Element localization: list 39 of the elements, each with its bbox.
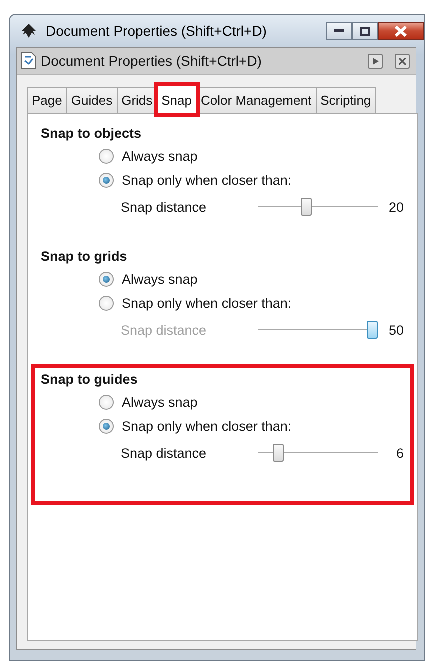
radio-button[interactable]	[99, 272, 114, 286]
window-title: Document Properties (Shift+Ctrl+D)	[46, 23, 268, 39]
radio-label[interactable]: Snap only when closer than:	[122, 296, 292, 310]
section-heading: Snap to objects	[41, 126, 142, 141]
radio-label[interactable]: Always snap	[122, 272, 198, 286]
minimize-icon	[334, 29, 344, 33]
slider-label: Snap distance	[121, 200, 208, 214]
slider-thumb[interactable]	[272, 444, 284, 462]
radio-label[interactable]: Always snap	[122, 394, 198, 410]
slider-label: Snap distance	[121, 322, 208, 338]
radio-label[interactable]: Always snap	[122, 148, 198, 164]
radio-button[interactable]	[99, 418, 114, 434]
minimize-button[interactable]	[326, 22, 352, 40]
section-heading: Snap to guides	[41, 372, 138, 387]
close-button[interactable]	[378, 22, 424, 40]
close-icon	[395, 26, 407, 36]
play-icon[interactable]	[368, 54, 383, 68]
radio-label[interactable]: Snap only when closer than:	[122, 418, 292, 434]
slider-thumb[interactable]	[301, 198, 312, 216]
slider-value: 20	[388, 200, 404, 214]
slider-label: Snap distance	[121, 446, 208, 460]
tab[interactable]: Snap	[156, 85, 198, 114]
radio-button[interactable]	[99, 148, 114, 164]
document-icon	[21, 52, 37, 70]
radio-button[interactable]	[99, 296, 114, 310]
app-logo-icon	[20, 23, 38, 39]
slider-value: 6	[395, 446, 404, 460]
tab[interactable]: Scripting	[316, 87, 376, 113]
section-heading: Snap to grids	[41, 249, 128, 264]
maximize-icon	[360, 26, 370, 36]
slider-value: 50	[388, 322, 404, 338]
maximize-button[interactable]	[352, 22, 378, 40]
tab[interactable]: Page	[27, 87, 68, 113]
panel-title: Document Properties (Shift+Ctrl+D)	[41, 53, 263, 69]
radio-button[interactable]	[99, 394, 114, 410]
tab[interactable]: Guides	[66, 87, 118, 113]
radio-label[interactable]: Snap only when closer than:	[122, 172, 292, 188]
radio-button[interactable]	[99, 172, 114, 188]
close-icon[interactable]	[395, 54, 410, 68]
